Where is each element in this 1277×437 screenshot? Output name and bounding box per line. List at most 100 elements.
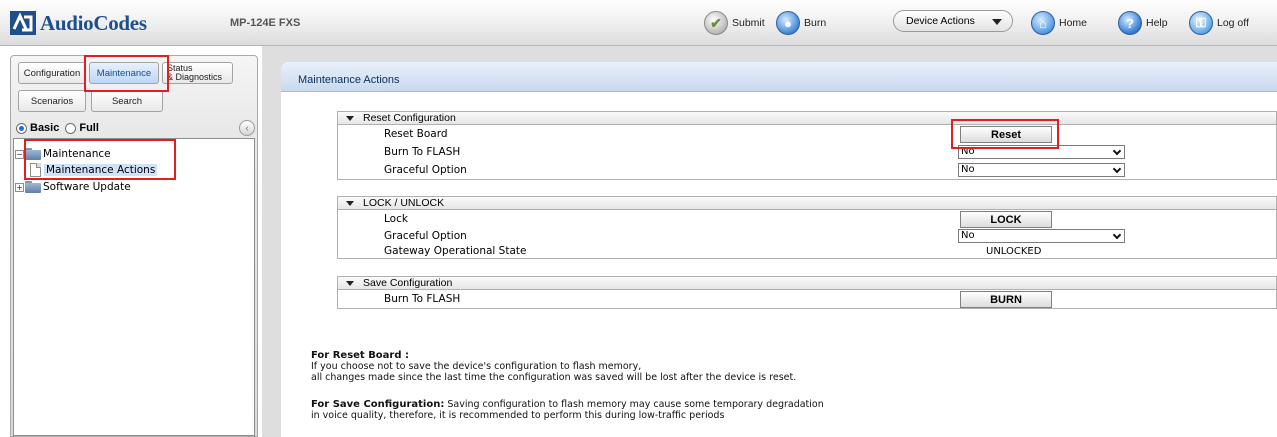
top-toolbar: AudioCodes MP-124E FXS ✔ Submit ● Burn D… <box>0 0 1277 46</box>
help-icon: ? <box>1118 11 1142 35</box>
tree-item-software-update[interactable]: + Software Update <box>15 179 131 195</box>
lock-unlock-body: Lock LOCK Graceful Option No Gateway Ope… <box>337 210 1277 259</box>
reset-graceful-option-row: Graceful Option No <box>338 161 1276 179</box>
tab-configuration[interactable]: Configuration <box>18 62 86 84</box>
tab-maintenance-label: Maintenance <box>96 67 152 79</box>
reset-note-line2: all changes made since the last time the… <box>311 372 797 383</box>
lock-graceful-option-value: No <box>961 230 975 241</box>
home-button[interactable]: ⌂ Home <box>1031 10 1087 36</box>
tree-item-maintenance-actions[interactable]: Maintenance Actions <box>30 162 158 178</box>
audiocodes-logo: AudioCodes <box>10 9 147 37</box>
burn-to-flash-label: Burn To FLASH <box>384 146 461 158</box>
navigation-tree: − Maintenance Maintenance Actions + Soft… <box>13 138 255 436</box>
save-configuration-header[interactable]: Save Configuration <box>337 276 1277 290</box>
chevron-down-icon <box>1112 164 1122 174</box>
reset-graceful-option-value: No <box>961 164 975 175</box>
chevron-left-icon: ‹ <box>245 122 249 134</box>
lock-graceful-option-label: Graceful Option <box>384 230 467 242</box>
reset-configuration-group: Reset Configuration Reset Board Reset Bu… <box>337 111 1277 180</box>
reset-board-label: Reset Board <box>384 128 448 140</box>
logoff-button[interactable]: ⚿ Log off <box>1189 10 1249 36</box>
save-burn-row: Burn To FLASH BURN <box>338 290 1276 308</box>
reset-note-line1: If you choose not to save the device's c… <box>311 361 642 372</box>
lock-unlock-header[interactable]: LOCK / UNLOCK <box>337 196 1277 210</box>
help-button[interactable]: ? Help <box>1118 10 1168 36</box>
chevron-down-icon <box>992 19 1002 25</box>
burn-to-flash-select[interactable]: No <box>958 145 1125 159</box>
main-content: Maintenance Actions Reset Configuration … <box>281 62 1277 437</box>
tab-search[interactable]: Search <box>91 90 163 112</box>
home-label: Home <box>1059 17 1088 29</box>
collapse-panel-button[interactable]: ‹ <box>239 120 255 136</box>
submit-button[interactable]: ✔ Submit <box>704 10 765 36</box>
reset-board-note: For Reset Board : If you choose not to s… <box>311 350 796 383</box>
burn-to-flash-value: No <box>961 146 975 157</box>
save-note-heading: For Save Configuration: <box>311 399 445 410</box>
brand-name: AudioCodes <box>40 10 147 35</box>
gateway-state-label: Gateway Operational State <box>384 245 527 257</box>
gateway-state-value: UNLOCKED <box>986 245 1042 257</box>
tab-scenarios[interactable]: Scenarios <box>18 90 86 112</box>
submit-label: Submit <box>732 17 765 29</box>
save-note-line1: Saving configuration to flash memory may… <box>444 399 824 410</box>
page-title: Maintenance Actions <box>281 62 1277 92</box>
save-note-line2: in voice quality, therefore, it is recom… <box>311 410 725 421</box>
save-configuration-body: Burn To FLASH BURN <box>337 290 1277 309</box>
save-configuration-note: For Save Configuration: Saving configura… <box>311 399 824 421</box>
basic-radio-label: Basic <box>30 122 60 134</box>
home-icon: ⌂ <box>1031 11 1055 35</box>
tree-item-maintenance-actions-label: Maintenance Actions <box>44 164 158 176</box>
audiocodes-logo-icon <box>10 11 36 35</box>
full-radio-label: Full <box>79 122 99 134</box>
gateway-state-row: Gateway Operational State UNLOCKED <box>338 244 1276 258</box>
reset-configuration-header[interactable]: Reset Configuration <box>337 111 1277 125</box>
lock-graceful-option-select[interactable]: No <box>958 229 1125 243</box>
reset-board-row: Reset Board Reset <box>338 125 1276 143</box>
burn-label: Burn <box>804 17 827 29</box>
tree-item-maintenance-label: Maintenance <box>43 148 111 160</box>
chevron-down-icon <box>1112 230 1122 240</box>
collapse-triangle-icon <box>346 200 354 206</box>
tab-scenarios-label: Scenarios <box>30 95 74 107</box>
reset-graceful-option-label: Graceful Option <box>384 164 467 176</box>
folder-icon <box>25 181 41 193</box>
basic-radio[interactable] <box>16 122 27 134</box>
burn-flash-button[interactable]: BURN <box>960 291 1052 308</box>
checkmark-icon: ✔ <box>704 11 728 35</box>
expand-plus-icon[interactable]: + <box>15 182 24 192</box>
key-icon: ⚿ <box>1189 11 1213 35</box>
reset-configuration-title: Reset Configuration <box>363 112 456 124</box>
device-actions-label: Device Actions <box>906 15 975 27</box>
collapse-minus-icon[interactable]: − <box>15 149 24 159</box>
full-radio[interactable] <box>65 122 77 134</box>
tab-status-diagnostics[interactable]: Status & Diagnostics <box>162 62 233 84</box>
tree-item-software-update-label: Software Update <box>43 181 131 193</box>
tree-item-maintenance[interactable]: − Maintenance <box>15 146 111 162</box>
burn-to-flash-row: Burn To FLASH No <box>338 143 1276 161</box>
reset-button[interactable]: Reset <box>960 126 1052 143</box>
collapse-triangle-icon <box>346 115 354 121</box>
tab-status-label: Status & Diagnostics <box>167 64 222 82</box>
burn-disc-icon: ● <box>776 11 800 35</box>
tab-maintenance[interactable]: Maintenance <box>89 62 159 84</box>
lock-unlock-group: LOCK / UNLOCK Lock LOCK Graceful Option … <box>337 196 1277 259</box>
tab-search-label: Search <box>111 95 143 107</box>
reset-note-heading: For Reset Board : <box>311 350 409 361</box>
lock-button[interactable]: LOCK <box>960 211 1052 228</box>
tab-status-line2: & Diagnostics <box>167 72 223 82</box>
tab-configuration-label: Configuration <box>23 67 81 79</box>
burn-button[interactable]: ● Burn <box>776 10 826 36</box>
device-name: MP-124E FXS <box>230 17 301 29</box>
lock-graceful-option-row: Graceful Option No <box>338 228 1276 244</box>
save-burn-label: Burn To FLASH <box>384 293 461 305</box>
page-icon <box>30 163 41 177</box>
logoff-label: Log off <box>1217 17 1249 29</box>
help-label: Help <box>1146 17 1168 29</box>
reset-graceful-option-select[interactable]: No <box>958 163 1125 177</box>
device-actions-dropdown[interactable]: Device Actions <box>893 10 1013 32</box>
lock-unlock-title: LOCK / UNLOCK <box>363 197 445 209</box>
view-mode-selector: Basic Full <box>16 122 99 134</box>
lock-row: Lock LOCK <box>338 210 1276 228</box>
save-configuration-group: Save Configuration Burn To FLASH BURN <box>337 276 1277 309</box>
chevron-down-icon <box>1112 146 1122 156</box>
